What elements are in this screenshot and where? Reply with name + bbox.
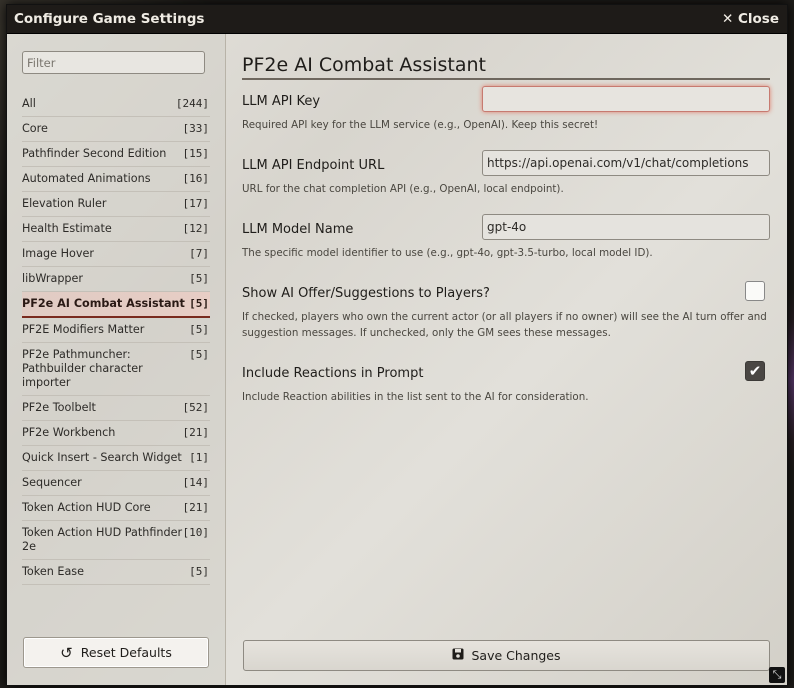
category-label: Image Hover bbox=[22, 247, 94, 260]
sidebar-category-item[interactable]: Core [33] bbox=[22, 117, 210, 142]
sidebar-category-item[interactable]: PF2e AI Combat Assistant [5] bbox=[22, 292, 210, 318]
category-label: Health Estimate bbox=[22, 222, 112, 235]
endpoint-hint: URL for the chat completion API (e.g., O… bbox=[242, 183, 564, 195]
sidebar-category-item[interactable]: Elevation Ruler [17] bbox=[22, 192, 210, 217]
model-field[interactable] bbox=[482, 214, 770, 240]
category-label: Pathfinder Second Edition bbox=[22, 147, 167, 160]
category-count: [17] bbox=[182, 197, 210, 210]
category-count: [12] bbox=[182, 222, 210, 235]
category-count: [5] bbox=[189, 323, 209, 336]
sidebar-category-item[interactable]: libWrapper [5] bbox=[22, 267, 210, 292]
sidebar-category-item[interactable]: Token Action HUD Core [21] bbox=[22, 496, 210, 521]
category-label: Quick Insert - Search Widget bbox=[22, 451, 182, 464]
sidebar-category-item[interactable]: All [244] bbox=[22, 92, 210, 117]
category-label: PF2e Workbench bbox=[22, 426, 116, 439]
endpoint-field[interactable] bbox=[482, 150, 770, 176]
category-count: [16] bbox=[182, 172, 210, 185]
sidebar-category-item[interactable]: PF2e Pathmuncher: Pathbuilder character … bbox=[22, 343, 210, 396]
category-label: PF2e Toolbelt bbox=[22, 401, 96, 414]
show-offer-checkbox[interactable] bbox=[745, 281, 765, 301]
sidebar-category-item[interactable]: PF2e Toolbelt [52] bbox=[22, 396, 210, 421]
category-count: [5] bbox=[189, 565, 209, 578]
category-label: Token Action HUD Pathfinder 2e bbox=[22, 526, 183, 553]
sidebar-category-item[interactable]: Pathfinder Second Edition [15] bbox=[22, 142, 210, 167]
module-heading: PF2e AI Combat Assistant bbox=[242, 54, 770, 80]
api-key-hint: Required API key for the LLM service (e.… bbox=[242, 119, 599, 131]
floppy-disk-icon bbox=[452, 648, 464, 663]
save-changes-button[interactable]: Save Changes bbox=[243, 640, 770, 671]
category-count: [1] bbox=[189, 451, 209, 464]
category-label: Token Ease bbox=[22, 565, 85, 578]
category-label: PF2e Pathmuncher: Pathbuilder character … bbox=[22, 348, 143, 389]
save-label: Save Changes bbox=[471, 648, 561, 663]
api-key-label: LLM API Key bbox=[242, 94, 321, 109]
endpoint-label: LLM API Endpoint URL bbox=[242, 158, 385, 173]
reset-label: Reset Defaults bbox=[80, 645, 172, 660]
category-count: [5] bbox=[189, 297, 209, 310]
show-offer-label: Show AI Offer/Suggestions to Players? bbox=[242, 286, 490, 301]
check-icon: ✔ bbox=[748, 362, 762, 380]
category-count: [21] bbox=[182, 426, 210, 439]
filter-input[interactable] bbox=[22, 51, 205, 74]
category-label: Elevation Ruler bbox=[22, 197, 107, 210]
category-count: [15] bbox=[182, 147, 210, 160]
sidebar-category-item[interactable]: PF2e Workbench [21] bbox=[22, 421, 210, 446]
category-count: [10] bbox=[182, 526, 210, 539]
sidebar-category-item[interactable]: Health Estimate [12] bbox=[22, 217, 210, 242]
close-button[interactable]: ✕ Close bbox=[722, 11, 779, 27]
include-reactions-label: Include Reactions in Prompt bbox=[242, 366, 424, 381]
settings-window: Configure Game Settings ✕ Close All [244]… bbox=[6, 4, 788, 686]
times-icon: ✕ bbox=[721, 11, 734, 27]
sidebar-category-item[interactable]: Token Action HUD Pathfinder 2e [10] bbox=[22, 521, 210, 560]
category-count: [33] bbox=[182, 122, 210, 135]
api-key-field[interactable] bbox=[482, 86, 770, 112]
close-label: Close bbox=[737, 11, 779, 27]
reset-defaults-button[interactable]: ↺ Reset Defaults bbox=[23, 637, 209, 668]
sidebar-category-item[interactable]: Sequencer [14] bbox=[22, 471, 210, 496]
category-count: [52] bbox=[182, 401, 210, 414]
include-reactions-hint: Include Reaction abilities in the list s… bbox=[242, 391, 589, 403]
model-label: LLM Model Name bbox=[242, 222, 354, 237]
sidebar-category-item[interactable]: Automated Animations [16] bbox=[22, 167, 210, 192]
category-list: All [244] Core [33] Pathfinder Second Editio… bbox=[22, 92, 210, 585]
sidebar-category-item[interactable]: Token Ease [5] bbox=[22, 560, 210, 585]
category-count: [5] bbox=[189, 272, 209, 285]
category-count: [21] bbox=[182, 501, 210, 514]
category-count: [7] bbox=[189, 247, 209, 260]
settings-panel: PF2e AI Combat Assistant LLM API Key Req… bbox=[226, 34, 787, 685]
category-label: Automated Animations bbox=[22, 172, 151, 185]
sidebar-category-item[interactable]: Image Hover [7] bbox=[22, 242, 210, 267]
undo-icon: ↺ bbox=[60, 643, 73, 662]
category-count: [244] bbox=[175, 97, 209, 110]
show-offer-hint: If checked, players who own the current … bbox=[242, 311, 767, 339]
category-count: [5] bbox=[189, 348, 209, 361]
category-label: Core bbox=[22, 122, 48, 135]
category-label: PF2E Modifiers Matter bbox=[22, 323, 145, 336]
category-label: libWrapper bbox=[22, 272, 84, 285]
window-content: All [244] Core [33] Pathfinder Second Editio… bbox=[7, 34, 787, 685]
sidebar-category-item[interactable]: PF2E Modifiers Matter [5] bbox=[22, 318, 210, 343]
category-label: All bbox=[22, 97, 36, 110]
include-reactions-checkbox[interactable]: ✔ bbox=[745, 361, 765, 381]
sidebar-category-item[interactable]: Quick Insert - Search Widget [1] bbox=[22, 446, 210, 471]
resize-handle[interactable]: ⤡ bbox=[769, 667, 785, 683]
category-count: [14] bbox=[182, 476, 210, 489]
window-titlebar[interactable]: Configure Game Settings ✕ Close bbox=[7, 5, 787, 34]
category-label: Sequencer bbox=[22, 476, 82, 489]
settings-sidebar: All [244] Core [33] Pathfinder Second Editio… bbox=[7, 34, 226, 685]
model-hint: The specific model identifier to use (e.… bbox=[242, 247, 653, 259]
category-label: Token Action HUD Core bbox=[22, 501, 151, 514]
category-label: PF2e AI Combat Assistant bbox=[22, 297, 185, 310]
window-title: Configure Game Settings bbox=[14, 11, 205, 27]
